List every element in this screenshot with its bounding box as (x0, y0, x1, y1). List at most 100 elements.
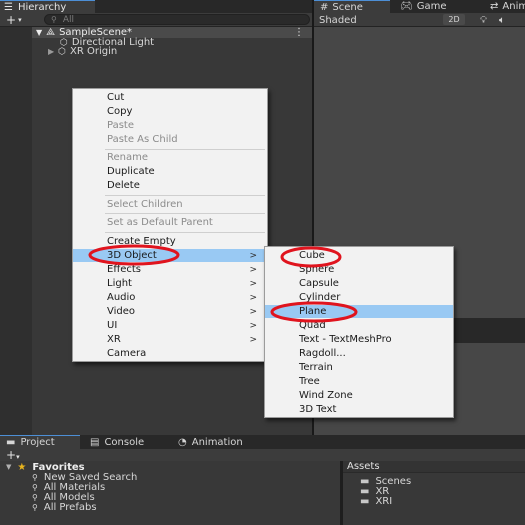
favorite-item-label: All Prefabs (43, 501, 97, 513)
expand-arrow-icon[interactable]: ▼ (6, 463, 11, 471)
animation-icon: ◔ (178, 436, 187, 448)
menu-item-plane[interactable]: Plane (265, 305, 453, 318)
menu-item-label: Sphere (299, 264, 335, 275)
folder-icon: ▬ (6, 437, 16, 448)
menu-item-terrain[interactable]: Terrain (265, 361, 453, 374)
favorite-item[interactable]: ⚲ All Models (32, 492, 95, 503)
hierarchy-tab-label: Hierarchy (17, 1, 67, 13)
menu-item-tree[interactable]: Tree (265, 375, 453, 388)
menu-item-camera[interactable]: Camera (73, 347, 267, 360)
favorites-header[interactable]: ▼ ★ Favorites (6, 461, 85, 473)
tab-animation[interactable]: ◔ Animation (172, 435, 262, 449)
submenu-arrow-icon: > (249, 334, 257, 345)
asset-folder[interactable]: ▬ XRI (360, 495, 393, 507)
tab-label: Anima (502, 1, 525, 12)
hierarchy-item-label: XR Origin (70, 46, 118, 57)
menu-item-ui[interactable]: UI > (73, 319, 267, 332)
star-icon: ★ (17, 461, 27, 473)
menu-item-xr[interactable]: XR > (73, 333, 267, 346)
asset-folder[interactable]: ▬ Scenes (360, 476, 411, 487)
menu-item-label: Text - TextMeshPro (299, 334, 392, 345)
menu-item-label: 3D Text (299, 404, 337, 415)
draw-mode-label: Shaded (319, 14, 357, 26)
menu-item-ragdoll[interactable]: Ragdoll... (265, 347, 453, 360)
tab-console[interactable]: ▤ Console (84, 435, 164, 449)
hierarchy-item[interactable]: ▶ ⬡ XR Origin (48, 46, 117, 57)
toggle-2d-button[interactable]: 2D (443, 14, 465, 25)
search-icon: ⚲ (32, 482, 38, 492)
favorite-item[interactable]: ⚲ All Materials (32, 482, 105, 493)
3d-object-submenu: Cube Sphere Capsule Cylinder Plane Quad … (264, 246, 454, 418)
menu-item-wind-zone[interactable]: Wind Zone (265, 389, 453, 402)
tab-label: Scene (332, 1, 363, 13)
menu-item-effects[interactable]: Effects > (73, 263, 267, 276)
menu-item-capsule[interactable]: Capsule (265, 277, 453, 290)
more-options-icon[interactable]: ⋮ (294, 27, 304, 38)
draw-mode-dropdown[interactable]: Shaded (319, 13, 357, 27)
tab-hierarchy[interactable]: ☰ Hierarchy (0, 0, 95, 13)
menu-item-set-default-parent[interactable]: Set as Default Parent (73, 216, 267, 229)
menu-item-delete[interactable]: Delete (73, 179, 267, 192)
menu-item-quad[interactable]: Quad (265, 319, 453, 332)
hierarchy-search-input[interactable]: ⚲ All (44, 14, 310, 25)
menu-item-paste[interactable]: Paste (73, 119, 267, 132)
asset-folder[interactable]: ▬ XR (360, 486, 389, 497)
menu-item-label: Light (107, 278, 132, 289)
tab-label: Animation (191, 436, 243, 448)
expand-arrow-icon[interactable]: ▼ (36, 28, 42, 37)
lighting-icon[interactable]: 💡︎ (480, 15, 487, 26)
grid-icon: # (320, 1, 329, 13)
list-icon: ☰ (4, 1, 13, 13)
menu-item-label: Copy (107, 106, 133, 117)
menu-item-label: Audio (107, 292, 136, 303)
assets-breadcrumb[interactable]: Assets (343, 461, 525, 473)
project-add-button[interactable]: +▾ (6, 448, 20, 462)
menu-item-label: UI (107, 320, 118, 331)
plus-icon: + (6, 13, 17, 27)
chevron-down-icon: ▾ (18, 16, 22, 24)
menu-item-select-children[interactable]: Select Children (73, 198, 267, 211)
menu-item-light[interactable]: Light > (73, 277, 267, 290)
add-object-button[interactable]: + ▾ (6, 13, 22, 27)
menu-item-label: Quad (299, 320, 326, 331)
menu-item-sphere[interactable]: Sphere (265, 263, 453, 276)
menu-item-label: Cut (107, 92, 125, 103)
search-placeholder: All (62, 14, 75, 25)
menu-item-label: Delete (107, 180, 140, 191)
hierarchy-context-menu: Cut Copy Paste Paste As Child Rename Dup… (72, 88, 268, 362)
menu-separator (105, 213, 265, 214)
submenu-arrow-icon: > (249, 264, 257, 275)
menu-item-create-empty[interactable]: Create Empty (73, 235, 267, 248)
menu-item-video[interactable]: Video > (73, 305, 267, 318)
tab-label: Project (20, 437, 55, 448)
expand-arrow-icon[interactable]: ▶ (48, 47, 54, 56)
menu-item-label: Camera (107, 348, 147, 359)
menu-item-cube[interactable]: Cube (265, 249, 453, 262)
menu-item-paste-as-child[interactable]: Paste As Child (73, 133, 267, 146)
menu-item-textmeshpro[interactable]: Text - TextMeshPro (265, 333, 453, 346)
tab-animator[interactable]: ⇄ Anima (484, 0, 525, 13)
menu-item-label: Video (107, 306, 136, 317)
tab-game[interactable]: 🎮︎ Game (394, 0, 452, 13)
tab-label: Game (416, 1, 447, 12)
menu-item-cylinder[interactable]: Cylinder (265, 291, 453, 304)
tab-project[interactable]: ▬ Project (0, 435, 80, 449)
menu-item-cut[interactable]: Cut (73, 91, 267, 104)
menu-item-copy[interactable]: Copy (73, 105, 267, 118)
menu-item-label: Terrain (299, 362, 333, 373)
asset-folder-label: XRI (375, 495, 393, 507)
menu-item-duplicate[interactable]: Duplicate (73, 165, 267, 178)
menu-item-audio[interactable]: Audio > (73, 291, 267, 304)
menu-item-rename[interactable]: Rename (73, 151, 267, 164)
search-icon: ⚲ (32, 472, 38, 482)
tab-scene[interactable]: # Scene (314, 0, 390, 13)
search-icon: ⚲ (32, 492, 38, 502)
unity-scene-icon: ⟁ (46, 27, 56, 38)
favorite-item[interactable]: ⚲ New Saved Search (32, 472, 137, 483)
favorite-item[interactable]: ⚲ All Prefabs (32, 501, 97, 513)
audio-icon[interactable]: 🔈︎ (499, 15, 505, 26)
submenu-arrow-icon: > (249, 250, 257, 261)
menu-item-3d-text[interactable]: 3D Text (265, 403, 453, 416)
menu-item-3d-object[interactable]: 3D Object > (73, 249, 267, 262)
assets-title: Assets (347, 461, 380, 472)
